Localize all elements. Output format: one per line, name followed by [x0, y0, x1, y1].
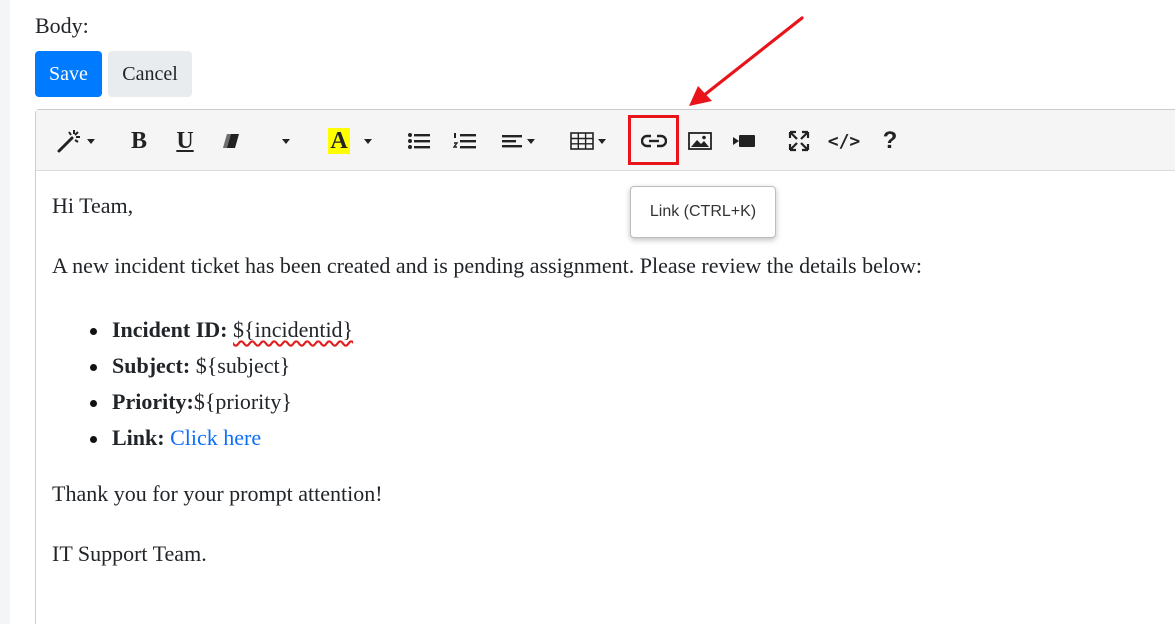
caret-down-icon [282, 138, 290, 144]
underline-button[interactable]: U [170, 120, 200, 162]
list-item: Subject: ${subject} [52, 348, 353, 384]
highlight-icon: A [328, 128, 350, 154]
table-icon [570, 131, 594, 151]
list-item-label: Link: [112, 425, 165, 450]
code-icon: </> [827, 130, 861, 152]
align-dropdown-button[interactable] [496, 120, 540, 162]
magic-wand-icon [55, 128, 83, 154]
save-button[interactable]: Save [35, 51, 102, 97]
video-button[interactable] [728, 120, 760, 162]
chevron-down-icon [87, 138, 95, 144]
highlight-button[interactable]: A [322, 120, 378, 162]
click-here-link[interactable]: Click here [170, 425, 261, 450]
underline-icon: U [176, 127, 194, 154]
table-dropdown-button[interactable] [566, 120, 610, 162]
font-dropdown-button[interactable] [274, 120, 298, 162]
ordered-list-button[interactable] [450, 120, 480, 162]
style-dropdown-button[interactable] [52, 120, 98, 162]
editor-toolbar: B U A </> ? [36, 110, 1175, 171]
body-label: Body: [35, 13, 89, 38]
image-icon [688, 131, 712, 151]
chevron-down-icon [363, 138, 372, 144]
list-item: Link: Click here [52, 420, 353, 456]
bold-icon: B [130, 127, 147, 154]
rich-text-editor: B U A </> ? Link (CTRL+K) Hi Team, A new… [35, 109, 1175, 624]
expand-icon [788, 130, 810, 152]
link-button-annotation-box [628, 115, 679, 165]
chevron-down-icon [527, 138, 535, 144]
clear-format-button[interactable] [216, 120, 246, 162]
align-icon [501, 132, 523, 150]
list-item-label: Incident ID: [112, 317, 228, 342]
thanks-text: Thank you for your prompt attention! [52, 481, 383, 506]
list-item: Incident ID: ${incidentid} [52, 312, 353, 348]
list-item-value: ${incidentid} [233, 317, 354, 342]
eraser-icon [221, 132, 241, 150]
signature-text: IT Support Team. [52, 541, 207, 566]
details-list: Incident ID: ${incidentid} Subject: ${su… [52, 312, 353, 456]
cancel-button[interactable]: Cancel [108, 51, 192, 97]
chevron-down-icon [598, 138, 606, 144]
greeting-text: Hi Team, [52, 193, 134, 218]
video-icon [732, 134, 756, 148]
list-item-value: ${priority} [193, 389, 292, 414]
bullet-list-icon [407, 131, 431, 151]
bold-button[interactable]: B [124, 120, 154, 162]
unordered-list-button[interactable] [404, 120, 434, 162]
list-item-value: ${subject} [195, 353, 291, 378]
link-tooltip: Link (CTRL+K) [630, 186, 776, 238]
image-button[interactable] [684, 120, 716, 162]
code-view-button[interactable]: </> [826, 120, 862, 162]
list-item: Priority:${priority} [52, 384, 353, 420]
help-button[interactable]: ? [876, 120, 904, 162]
page-gutter [0, 0, 10, 624]
list-item-label: Priority: [112, 389, 194, 414]
help-icon: ? [882, 127, 898, 154]
numbered-list-icon [453, 131, 477, 151]
intro-text: A new incident ticket has been created a… [52, 253, 922, 278]
fullscreen-button[interactable] [784, 120, 814, 162]
list-item-label: Subject: [112, 353, 191, 378]
